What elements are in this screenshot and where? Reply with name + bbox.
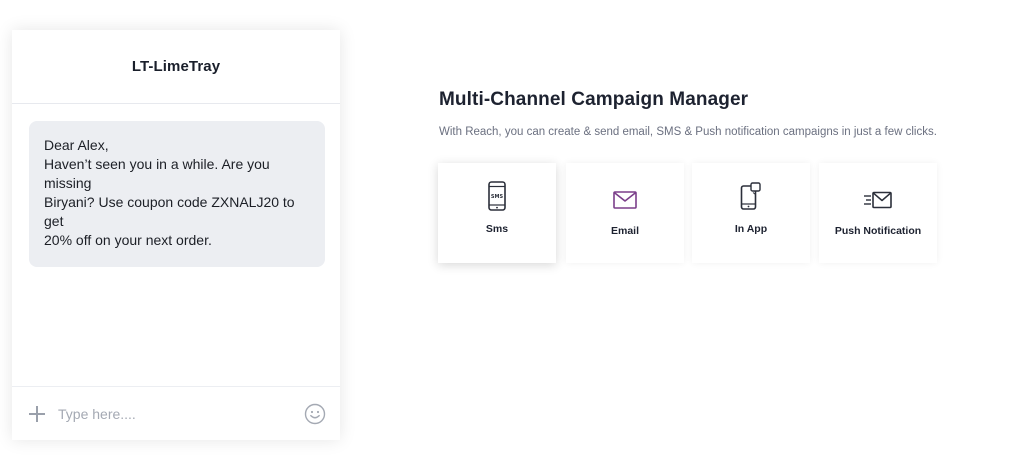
- message-line: 20% off on your next order.: [44, 232, 212, 248]
- chat-preview-panel: LT-LimeTray Dear Alex, Haven’t seen you …: [12, 30, 340, 440]
- message-input[interactable]: [58, 405, 304, 422]
- chat-header: LT-LimeTray: [12, 30, 340, 104]
- page-subtitle: With Reach, you can create & send email,…: [439, 126, 937, 138]
- phone-notification-icon: [740, 181, 762, 211]
- channel-card-push-notification[interactable]: Push Notification: [819, 163, 937, 263]
- app-stage: LT-LimeTray Dear Alex, Haven’t seen you …: [0, 0, 1024, 463]
- channel-label-push-notification: Push Notification: [834, 225, 922, 237]
- message-bubble: Dear Alex, Haven’t seen you in a while. …: [29, 121, 325, 267]
- send-mail-icon: [863, 185, 893, 215]
- sms-icon-text: SMS: [491, 194, 504, 200]
- envelope-icon: [613, 185, 637, 215]
- chat-messages: Dear Alex, Haven’t seen you in a while. …: [12, 104, 340, 386]
- channel-label-in-app: In App: [734, 223, 768, 235]
- message-line: Dear Alex,: [44, 137, 109, 153]
- message-composer: [12, 386, 340, 440]
- chat-title: LT-LimeTray: [131, 58, 221, 75]
- message-line: Biryani? Use coupon code ZXNALJ20 to get: [44, 194, 295, 229]
- channel-card-sms[interactable]: SMS Sms: [438, 163, 556, 263]
- channel-card-email[interactable]: Email: [566, 163, 684, 263]
- emoji-icon[interactable]: [304, 403, 326, 425]
- channel-label-email: Email: [610, 225, 639, 237]
- message-line: Haven’t seen you in a while. Are you mis…: [44, 156, 270, 191]
- channel-card-in-app[interactable]: In App: [692, 163, 810, 263]
- add-attachment-icon[interactable]: [28, 405, 46, 423]
- sms-phone-icon: SMS: [487, 181, 507, 211]
- page-title: Multi-Channel Campaign Manager: [439, 89, 749, 110]
- channel-label-sms: Sms: [485, 223, 509, 235]
